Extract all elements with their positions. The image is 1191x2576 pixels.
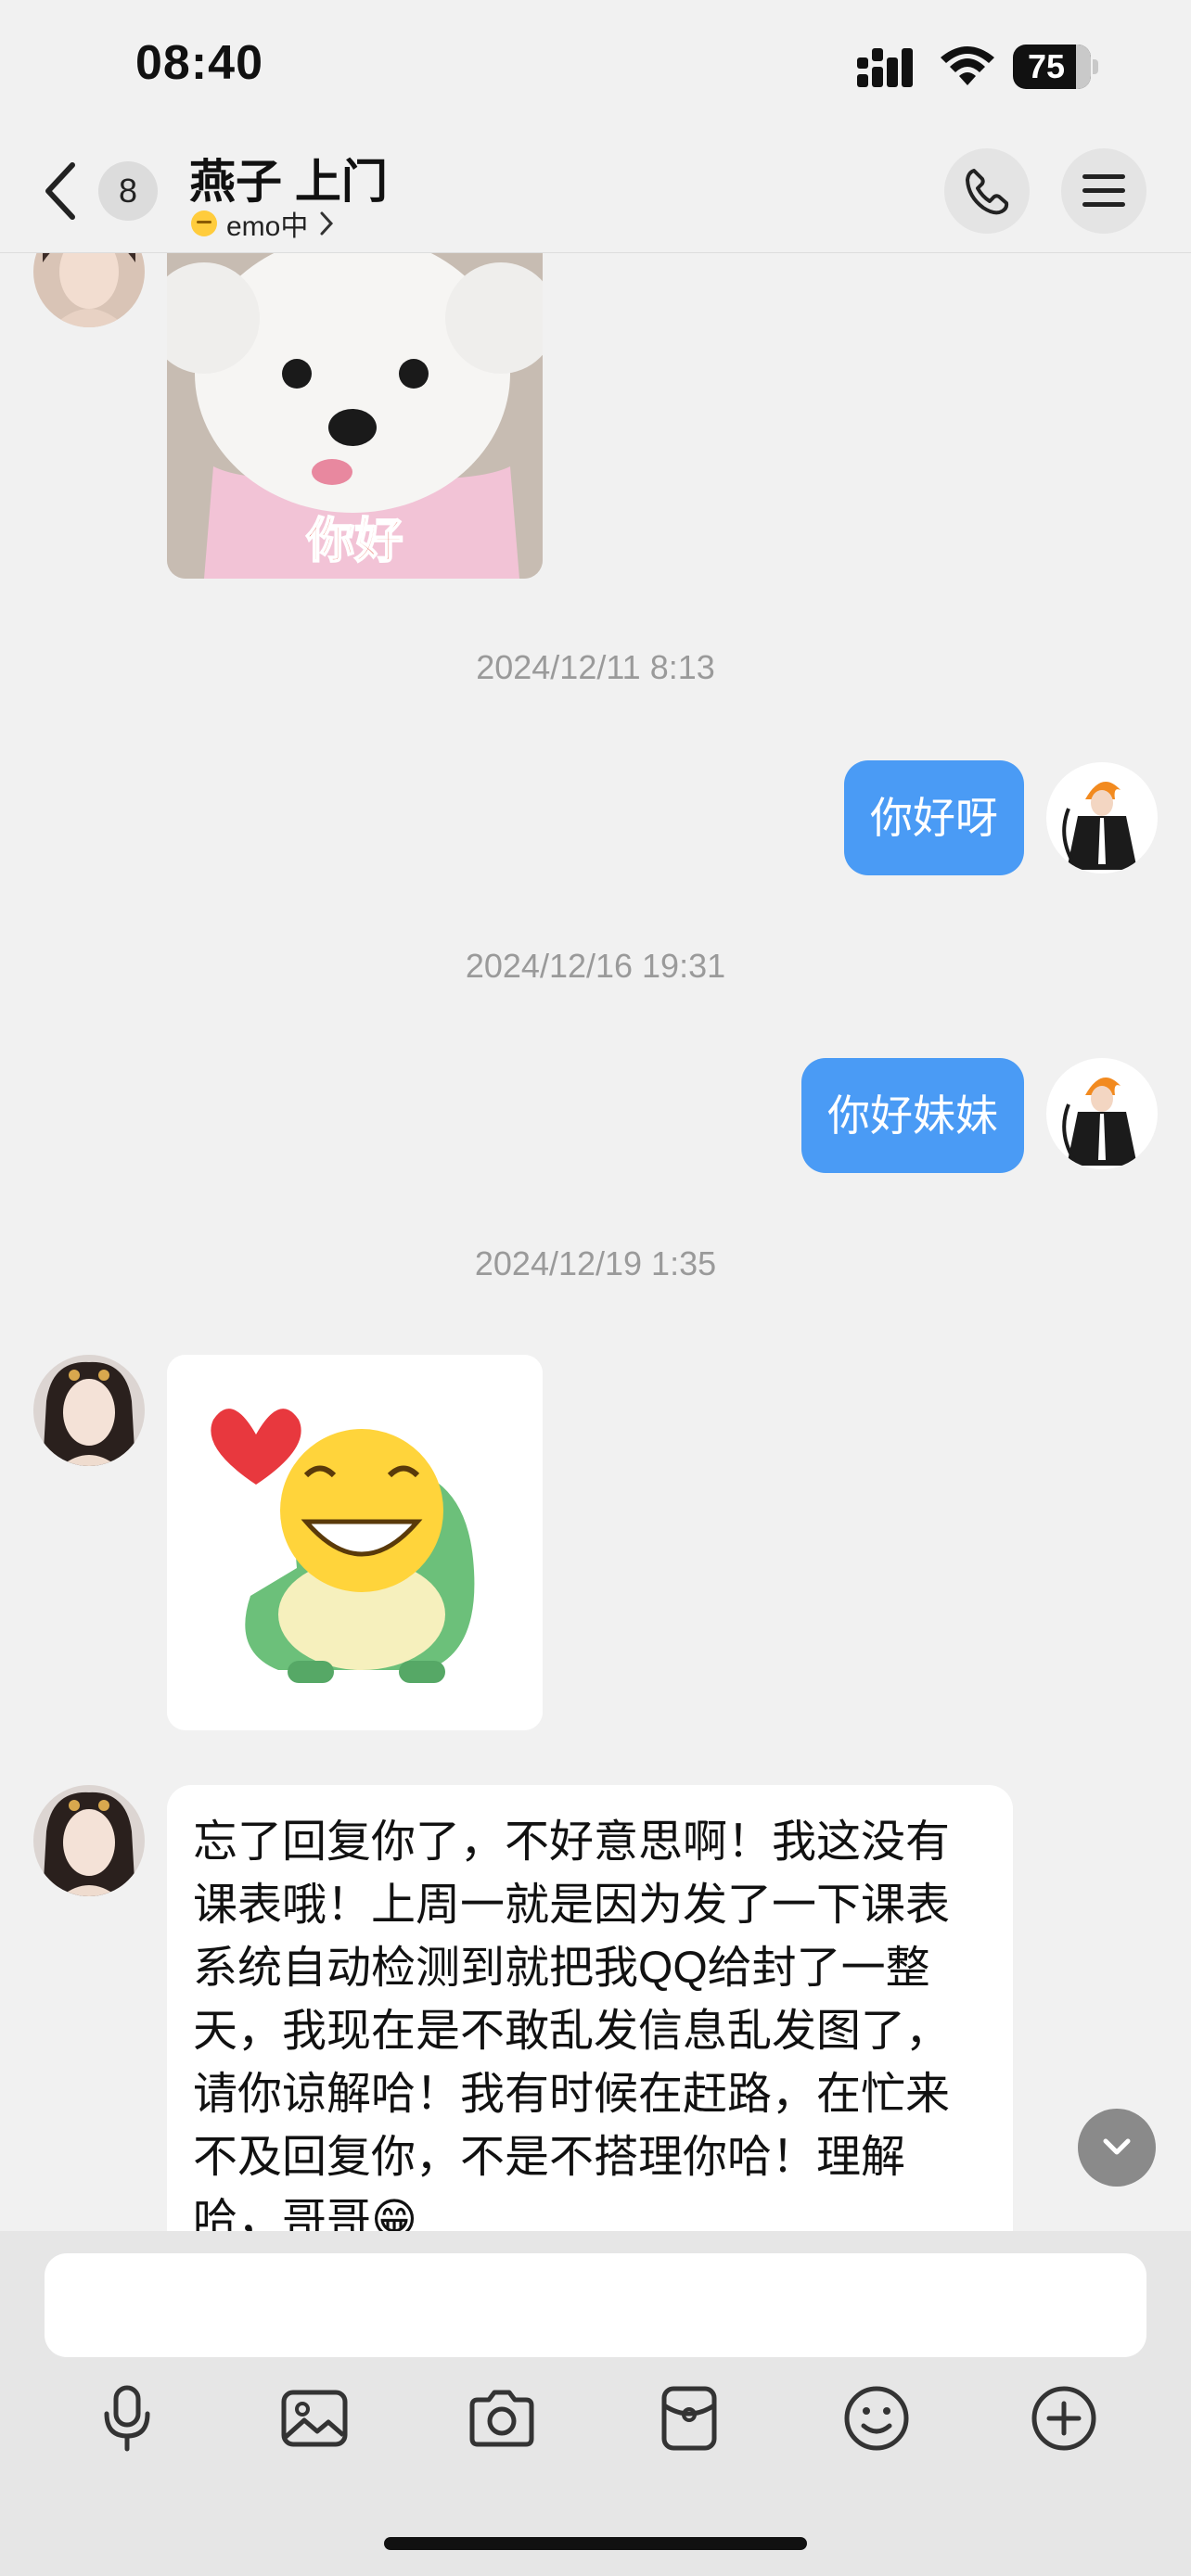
back-button[interactable] — [37, 158, 85, 224]
message-timestamp: 2024/12/19 1:35 — [474, 1244, 717, 1282]
camera-icon — [469, 2390, 534, 2447]
user-avatar[interactable] — [1046, 762, 1158, 874]
sticker-dog-hello[interactable]: 你好 — [167, 253, 543, 579]
image-icon — [281, 2390, 348, 2447]
contact-status[interactable]: emo中 — [191, 202, 336, 245]
contact-avatar[interactable] — [33, 1355, 145, 1466]
mood-emoji-icon — [191, 210, 217, 236]
cellular-signal-icon — [855, 46, 920, 89]
battery-indicator: 75 — [1013, 45, 1098, 89]
battery-level: 75 — [1027, 47, 1066, 85]
emoji-button[interactable] — [835, 2377, 918, 2460]
outgoing-message-bubble[interactable]: 你好呀 — [844, 760, 1024, 875]
unread-count-badge[interactable]: 8 — [98, 161, 158, 221]
red-packet-icon — [661, 2386, 717, 2451]
contact-avatar[interactable] — [33, 1785, 145, 1896]
message-input[interactable] — [45, 2253, 1146, 2357]
chat-message-list[interactable]: 你好 2024/12/11 8:13 你好呀 2024/12/16 19:31 … — [0, 253, 1191, 2231]
voice-call-button[interactable] — [944, 148, 1030, 234]
camera-button[interactable] — [460, 2377, 544, 2460]
scroll-to-bottom-button[interactable] — [1078, 2109, 1156, 2187]
red-packet-button[interactable] — [647, 2377, 731, 2460]
wifi-icon — [939, 43, 996, 89]
contact-avatar[interactable] — [33, 253, 145, 327]
chevron-right-icon — [320, 211, 334, 236]
incoming-message-bubble[interactable]: 忘了回复你了，不好意思啊！我这没有课表哦！上周一就是因为发了一下课表系统自动检测… — [167, 1785, 1013, 2231]
back-icon — [45, 162, 75, 220]
image-button[interactable] — [273, 2377, 356, 2460]
more-menu-button[interactable] — [1061, 148, 1146, 234]
plus-icon — [1031, 2386, 1096, 2451]
status-time: 08:40 — [135, 36, 263, 90]
outgoing-message-bubble[interactable]: 你好妹妹 — [801, 1058, 1024, 1173]
sticker-caption: 你好 — [305, 514, 403, 569]
contact-status-text: emo中 — [226, 211, 309, 242]
message-timestamp: 2024/12/11 8:13 — [476, 648, 715, 686]
home-indicator[interactable] — [384, 2537, 807, 2550]
menu-icon — [1082, 174, 1125, 207]
more-actions-button[interactable] — [1022, 2377, 1106, 2460]
microphone-icon — [104, 2385, 150, 2452]
sticker-dinosaur-heart[interactable] — [167, 1355, 543, 1730]
chevron-down-icon — [1103, 2138, 1131, 2155]
user-avatar[interactable] — [1046, 1058, 1158, 1169]
voice-input-button[interactable] — [85, 2377, 169, 2460]
phone-icon — [966, 169, 1009, 215]
message-timestamp: 2024/12/16 19:31 — [465, 947, 726, 985]
emoji-icon — [844, 2386, 909, 2451]
